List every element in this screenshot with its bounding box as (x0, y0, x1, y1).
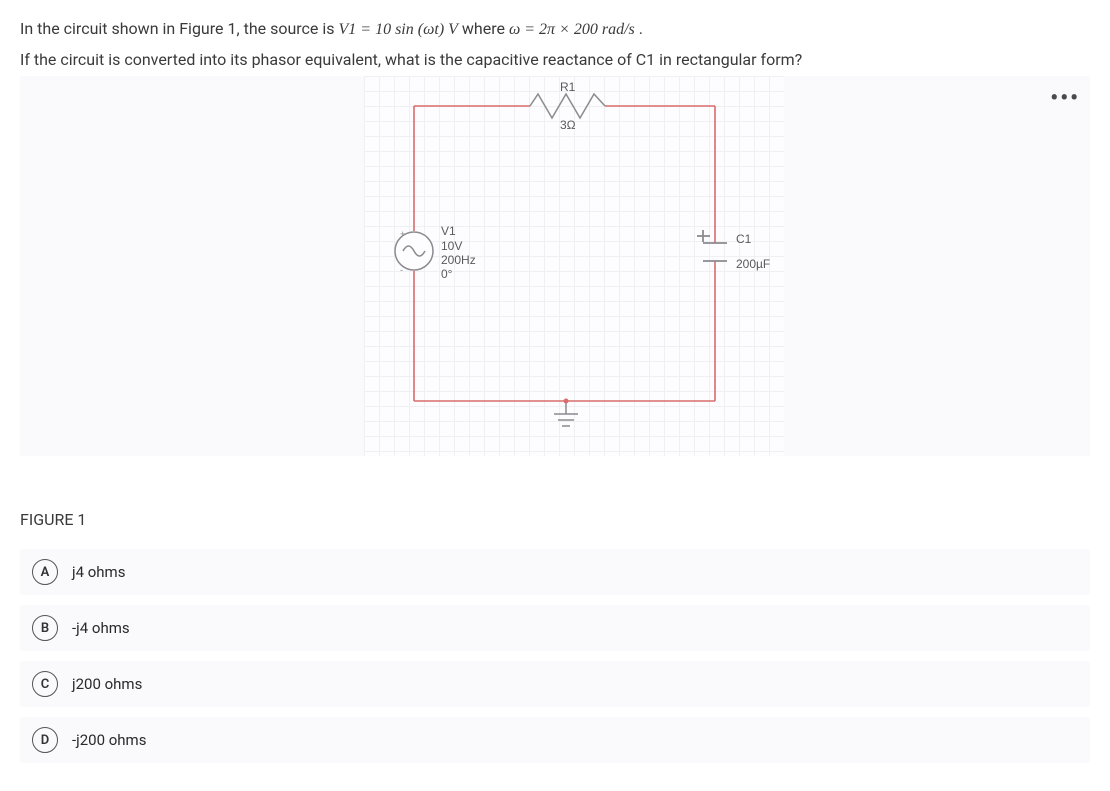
svg-text:+: + (400, 229, 405, 239)
label-r1-name: R1 (560, 80, 575, 94)
option-text: -j200 ohms (72, 731, 146, 749)
formula-omega: ω = 2π × 200 rad/s (509, 21, 635, 38)
option-letter: A (32, 559, 58, 585)
option-text: j4 ohms (72, 563, 125, 581)
q-text-suffix: . (639, 19, 643, 38)
ac-source-icon: + - (395, 229, 433, 275)
more-options-icon[interactable]: ••• (1050, 86, 1080, 111)
option-c[interactable]: C j200 ohms (20, 661, 1090, 707)
capacitor-icon (697, 230, 727, 261)
label-v1-line3: 0° (441, 267, 452, 281)
option-text: -j4 ohms (72, 619, 130, 637)
label-v1-line2: 200Hz (441, 253, 476, 267)
figure-panel: ••• + - (20, 76, 1090, 456)
resistor-icon (530, 94, 605, 118)
label-c1-name: C1 (736, 232, 751, 246)
question-line-1: In the circuit shown in Figure 1, the so… (20, 16, 1090, 43)
figure-caption: FIGURE 1 (20, 510, 1090, 529)
option-a[interactable]: A j4 ohms (20, 549, 1090, 595)
label-c1-value: 200µF (736, 257, 770, 271)
option-letter: B (32, 615, 58, 641)
option-b[interactable]: B -j4 ohms (20, 605, 1090, 651)
option-letter: C (32, 671, 58, 697)
label-v1-name: V1 (441, 224, 456, 238)
label-r1-value: 3Ω (560, 118, 576, 132)
q-text-prefix: In the circuit shown in Figure 1, the so… (20, 19, 339, 38)
label-v1-line1: 10V (441, 239, 462, 253)
option-text: j200 ohms (72, 675, 142, 693)
q-text-mid: where (462, 19, 509, 38)
formula-v1: V1 = 10 sin (ωt) V (339, 21, 458, 38)
option-letter: D (32, 727, 58, 753)
options-list: A j4 ohms B -j4 ohms C j200 ohms D -j200… (20, 549, 1090, 763)
question-line-2: If the circuit is converted into its pha… (20, 47, 1090, 73)
svg-text:-: - (400, 265, 403, 275)
ground-icon (554, 399, 578, 427)
option-d[interactable]: D -j200 ohms (20, 717, 1090, 763)
